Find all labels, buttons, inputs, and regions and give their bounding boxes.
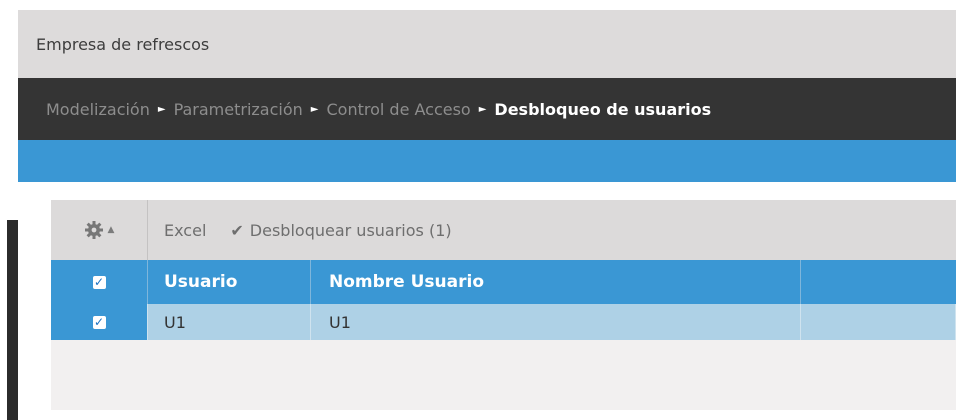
gear-icon	[84, 221, 103, 239]
excel-button[interactable]: Excel	[164, 221, 206, 240]
breadcrumb: Modelización ► Parametrización ► Control…	[46, 100, 711, 119]
unlock-users-label: Desbloquear usuarios (1)	[249, 220, 452, 240]
cell-empty	[801, 304, 956, 340]
breadcrumb-item-current: Desbloqueo de usuarios	[494, 99, 712, 119]
left-dark-edge	[7, 220, 18, 420]
breadcrumb-separator-icon: ►	[310, 103, 319, 115]
column-header-usuario[interactable]: Usuario	[148, 260, 311, 304]
cell-nombre-usuario: U1	[311, 304, 801, 340]
company-bar: Empresa de refrescos	[18, 10, 956, 78]
caret-up-icon: ▲	[107, 225, 115, 235]
column-header-empty	[801, 260, 956, 304]
table-row[interactable]: ✓ U1 U1	[51, 304, 956, 340]
select-all-checkbox[interactable]: ✓	[92, 275, 106, 289]
row-checkbox[interactable]: ✓	[92, 315, 106, 329]
breadcrumb-bar: Modelización ► Parametrización ► Control…	[18, 78, 956, 140]
breadcrumb-item-modelizacion[interactable]: Modelización	[46, 100, 150, 119]
breadcrumb-separator-icon: ►	[478, 103, 487, 115]
breadcrumb-separator-icon: ►	[157, 103, 166, 115]
column-header-nombre-usuario[interactable]: Nombre Usuario	[311, 260, 801, 304]
company-name: Empresa de refrescos	[36, 34, 210, 54]
breadcrumb-item-control-acceso[interactable]: Control de Acceso	[326, 100, 470, 119]
left-strip	[0, 10, 18, 420]
top-margin	[0, 0, 956, 10]
select-all-cell: ✓	[51, 260, 148, 304]
title-band	[18, 140, 956, 182]
breadcrumb-item-parametrizacion[interactable]: Parametrización	[174, 100, 303, 119]
grid-header-row: ✓ Usuario Nombre Usuario	[51, 260, 956, 304]
main-content: ▲ Excel ✔ Desbloquear usuarios (1) ✓ Usu…	[18, 182, 956, 410]
settings-menu-button[interactable]: ▲	[51, 200, 148, 260]
row-select-cell: ✓	[51, 304, 148, 340]
unlock-users-button[interactable]: ✔ Desbloquear usuarios (1)	[230, 221, 451, 240]
grid-panel: ▲ Excel ✔ Desbloquear usuarios (1) ✓ Usu…	[51, 200, 956, 410]
users-grid: ✓ Usuario Nombre Usuario ✓ U1 U1	[51, 260, 956, 340]
check-icon: ✔	[230, 220, 244, 240]
cell-usuario: U1	[148, 304, 311, 340]
grid-toolbar: ▲ Excel ✔ Desbloquear usuarios (1)	[51, 200, 956, 260]
